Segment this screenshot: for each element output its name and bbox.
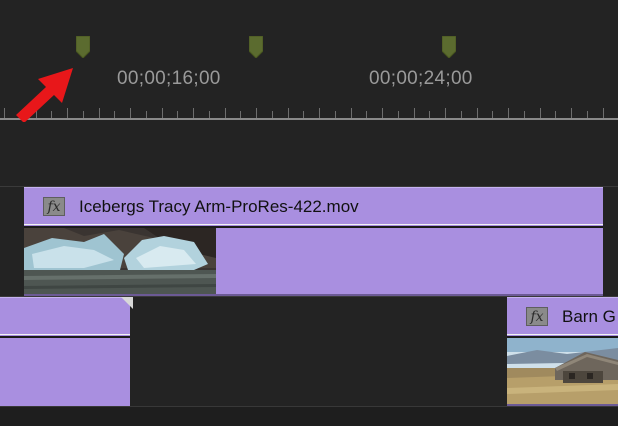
ruler-tick [524, 111, 525, 118]
ruler-tick [225, 108, 226, 118]
ruler-tick [540, 108, 541, 118]
clip-bottom-edge [24, 294, 603, 296]
ruler-tick [4, 108, 5, 118]
ruler-tick [177, 111, 178, 118]
ruler-tick [445, 108, 446, 118]
ruler-tick [398, 111, 399, 118]
clip-name: Icebergs Tracy Arm-ProRes-422.mov [79, 196, 359, 216]
ruler-tick [240, 111, 241, 118]
ruler-tick [319, 108, 320, 118]
ruler-tick [366, 111, 367, 118]
fx-badge[interactable]: fx [43, 197, 65, 216]
ruler-tick [114, 111, 115, 118]
ruler-tick [209, 111, 210, 118]
ruler-tick [335, 111, 336, 118]
ruler-tick [146, 111, 147, 118]
ruler-tick [587, 111, 588, 118]
ruler-tick [288, 108, 289, 118]
ruler-tick [351, 108, 352, 118]
fx-badge[interactable]: fx [526, 307, 548, 326]
transition-corner-icon [121, 297, 133, 309]
marker-icon[interactable] [75, 35, 91, 59]
ruler-tick [555, 111, 556, 118]
ruler-timecode: 00;00;24;00 [369, 68, 473, 89]
clip-icebergs[interactable]: fx Icebergs Tracy Arm-ProRes-422.mov [24, 187, 603, 296]
ruler-tick [130, 108, 131, 118]
marker-icon[interactable] [441, 35, 457, 59]
clip-header: fx Barn G [507, 298, 618, 335]
ruler-tick [477, 108, 478, 118]
ruler-tick [492, 111, 493, 118]
ruler-timecode: 00;00;16;00 [117, 68, 221, 89]
clip-divider [0, 336, 130, 338]
clip-barn[interactable]: fx Barn G [507, 297, 618, 406]
clip-thumbnail [24, 228, 216, 296]
ruler-tick [508, 108, 509, 118]
ruler-tick [429, 111, 430, 118]
ruler-tick [256, 108, 257, 118]
clip-divider [0, 334, 130, 335]
ruler-tick [603, 108, 604, 118]
clip-thumbnail [507, 338, 618, 406]
marker-icon[interactable] [248, 35, 264, 59]
red-arrow-icon [16, 68, 73, 123]
ruler-tick [414, 108, 415, 118]
ruler-tick [571, 108, 572, 118]
track-divider [0, 406, 618, 407]
clip-divider [507, 334, 618, 335]
ruler-tick [272, 111, 273, 118]
ruler-tick [162, 108, 163, 118]
clip-name: Barn G [562, 306, 616, 326]
clip-header: fx Icebergs Tracy Arm-ProRes-422.mov [24, 188, 603, 225]
timeline-ruler[interactable]: 00;00;16;00 00;00;24;00 [0, 0, 618, 123]
ruler-tick [99, 108, 100, 118]
ruler-tick [303, 111, 304, 118]
ruler-tick [461, 111, 462, 118]
clip-divider [24, 224, 603, 225]
ruler-tick [193, 108, 194, 118]
track-empty-area[interactable] [0, 122, 618, 186]
clip-previous[interactable] [0, 297, 130, 406]
timeline-bottom-area [0, 406, 618, 426]
ruler-baseline [0, 118, 618, 120]
ruler-tick [382, 108, 383, 118]
